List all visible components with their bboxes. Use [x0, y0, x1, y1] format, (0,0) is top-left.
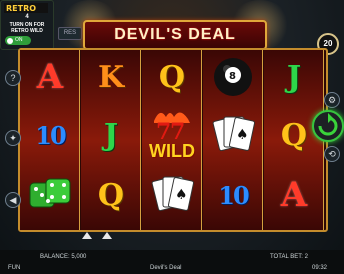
svg-text:♠: ♠	[175, 187, 188, 203]
symbol-king: K	[97, 59, 125, 95]
promo-line2: RETRO WILD	[11, 28, 43, 34]
reel-1: A 10	[20, 50, 80, 230]
symbol-queen: Q	[158, 59, 186, 95]
balance-row: BALANCE: 5,000	[40, 254, 86, 260]
eight-ball-number: 8	[229, 71, 236, 82]
bet-increase-icon[interactable]	[82, 232, 92, 239]
svg-text:7: 7	[170, 119, 185, 141]
symbol-ace: A	[280, 175, 308, 215]
game-name: Devil's Deal	[150, 265, 182, 271]
toggle-knob	[7, 37, 13, 44]
promo-count: 4	[25, 14, 29, 20]
total-bet-label: TOTAL BET:	[270, 254, 303, 260]
total-bet-row: TOTAL BET: 2	[270, 254, 308, 260]
spin-button[interactable]	[312, 110, 344, 142]
svg-text:RETRO: RETRO	[6, 4, 36, 13]
reels-tag: RES	[58, 27, 82, 40]
reel-frame: A 10 K J Q Q 7 7 WILD ♠ 8 ♠ 10 J Q A	[18, 48, 328, 232]
symbol-queen: Q	[280, 117, 308, 153]
mode-label: FUN	[8, 265, 21, 271]
settings-icon[interactable]: ⚙	[324, 92, 340, 108]
balance-value: 5,000	[71, 254, 87, 260]
sound-icon[interactable]: ◀	[5, 192, 21, 208]
game-title: DEVIL'S DEAL	[114, 26, 236, 43]
game-title-banner: DEVIL'S DEAL	[83, 20, 267, 50]
svg-text:♠: ♠	[236, 127, 249, 143]
symbol-queen: Q	[97, 177, 125, 213]
total-bet-value: 2	[304, 254, 308, 260]
toggle-label: ON	[15, 37, 23, 43]
eight-ball-icon: 8	[208, 54, 258, 100]
wild-label: WILD	[149, 140, 195, 161]
info-icon[interactable]: ?	[5, 70, 21, 86]
reel-3: Q 7 7 WILD ♠	[142, 50, 202, 230]
retro-bet-logo-icon: RETRO	[4, 3, 48, 13]
autoplay-icon[interactable]: ⟲	[324, 146, 340, 162]
symbol-ace: A	[36, 57, 64, 97]
spin-arrow-icon	[318, 113, 338, 136]
status-bar: BALANCE: 5,000 TOTAL BET: 2 FUN Devil's …	[0, 250, 344, 274]
wild-symbol: 7 7 WILD	[147, 106, 197, 162]
symbol-ten: 10	[35, 120, 66, 150]
dice-icon	[25, 172, 75, 218]
reel-2: K J Q	[81, 50, 141, 230]
balance-label: BALANCE:	[40, 254, 70, 260]
reel-4: 8 ♠ 10	[203, 50, 263, 230]
playing-cards-icon: ♠	[147, 172, 197, 218]
symbol-ten: 10	[218, 180, 249, 210]
bet-decrease-icon[interactable]	[102, 232, 112, 239]
clock: 09:32	[312, 265, 328, 271]
flaming-seven-icon: 7 7	[154, 111, 190, 141]
promo-text: TURN ON FOR RETRO WILD	[1, 22, 53, 34]
reel-5: J Q A	[264, 50, 324, 230]
retro-wild-toggle[interactable]: ON	[5, 36, 31, 45]
retro-wild-promo[interactable]: RETRO 4 TURN ON FOR RETRO WILD ON	[0, 0, 54, 50]
symbol-jack: J	[103, 117, 119, 153]
playing-cards-icon: ♠	[208, 112, 258, 158]
symbol-jack: J	[286, 59, 302, 95]
paytable-icon[interactable]: ✦	[5, 130, 21, 146]
